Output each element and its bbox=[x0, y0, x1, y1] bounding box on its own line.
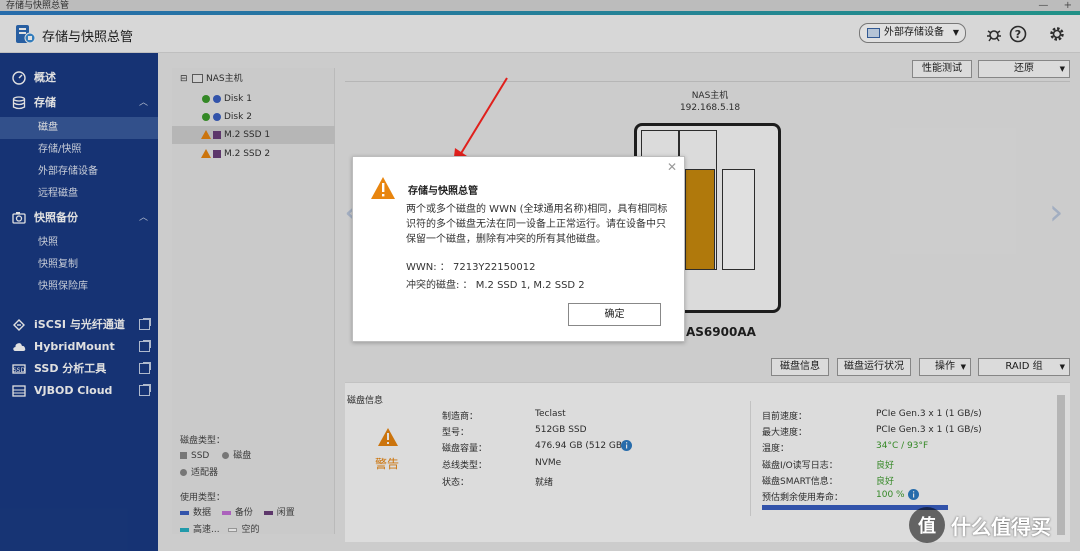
warning-icon bbox=[371, 177, 395, 199]
watermark: 值 什么值得买 bbox=[905, 505, 1075, 545]
dialog-title: 存储与快照总管 bbox=[408, 186, 478, 197]
close-icon[interactable]: ✕ bbox=[667, 160, 677, 174]
dialog-conflicting-disks: 冲突的磁盘: ： M.2 SSD 1, M.2 SSD 2 bbox=[406, 280, 585, 291]
watermark-logo: 值 bbox=[909, 507, 945, 543]
ok-button[interactable]: 确定 bbox=[568, 303, 661, 326]
watermark-text: 什么值得买 bbox=[951, 515, 1051, 539]
watermark-logo-char: 值 bbox=[918, 516, 936, 537]
wwn-conflict-dialog: ✕ 存储与快照总管 两个或多个磁盘的 WWN (全球通用名称)相同，具有相同标识… bbox=[352, 156, 685, 342]
dialog-wwn: WWN: ： 7213Y22150012 bbox=[406, 262, 536, 273]
dialog-message: 两个或多个磁盘的 WWN (全球通用名称)相同，具有相同标识符的多个磁盘无法在同… bbox=[406, 204, 668, 245]
